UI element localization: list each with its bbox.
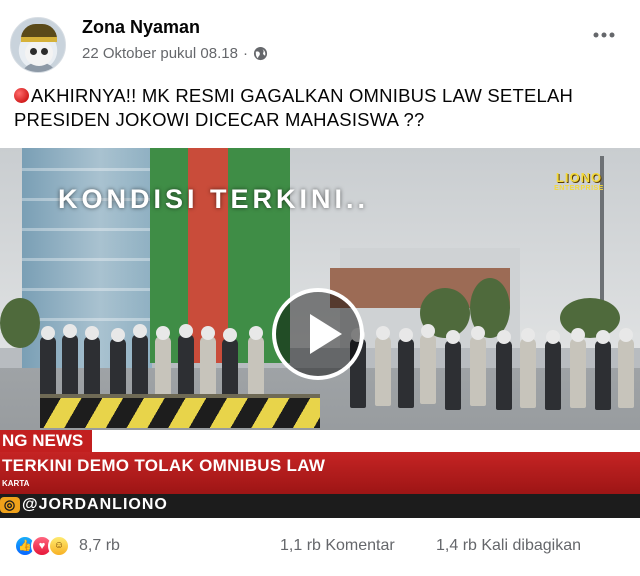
video-headline: TERKINI DEMO TOLAK OMNIBUS LAW [2,456,326,475]
reaction-count: 8,7 rb [79,537,120,554]
avatar-eye-left [30,48,37,55]
post-footer: 👍 ♥ ☺ 8,7 rb 1,1 rb Komentar 1,4 rb Kali… [0,518,640,576]
page-name-link[interactable]: Zona Nyaman [82,17,200,38]
comments-count-link[interactable]: 1,1 rb Komentar [280,537,395,555]
news-label: NG NEWS [0,430,92,452]
post-meta: 22 Oktober pukul 08.18 · [82,45,268,62]
handle-text: @JORDANLIONO [22,496,168,513]
red-circle-emoji [14,88,29,103]
post-timestamp[interactable]: 22 Oktober pukul 08.18 [82,45,238,62]
avatar-face [25,40,53,66]
video-player[interactable]: KONDISI TERKINI.. LIONO ENTERPRISE NG NE… [0,148,640,518]
video-overlay-title: KONDISI TERKINI.. [58,184,370,214]
post-caption: AKHIRNYA!! MK RESMI GAGALKAN OMNIBUS LAW… [14,84,624,132]
globe-icon [253,46,268,61]
page-avatar[interactable] [10,17,66,73]
avatar-eye-right [41,48,48,55]
instagram-icon: ◎ [0,497,20,513]
avatar-hat-band [21,37,57,42]
haha-reaction-icon: ☺ [48,535,70,557]
video-barrier [40,398,320,428]
facebook-post: Zona Nyaman 22 Oktober pukul 08.18 · AKH… [0,0,640,576]
logo-sub-text: ENTERPRISE [554,185,604,192]
caption-text: AKHIRNYA!! MK RESMI GAGALKAN OMNIBUS LAW… [14,85,574,130]
post-header: Zona Nyaman 22 Oktober pukul 08.18 · [0,0,640,78]
news-ticker-band [0,430,640,452]
play-icon[interactable] [272,288,364,380]
video-location: KARTA [2,479,30,488]
video-handle: ◎ @JORDANLIONO [0,496,168,514]
reactions-summary[interactable]: 👍 ♥ ☺ 8,7 rb [14,535,120,557]
logo-main-text: LIONO [555,170,603,185]
shares-count-link[interactable]: 1,4 rb Kali dibagikan [436,537,581,555]
video-channel-logo: LIONO ENTERPRISE [540,170,618,192]
more-options-icon[interactable] [590,28,618,48]
meta-separator: · [242,45,248,62]
